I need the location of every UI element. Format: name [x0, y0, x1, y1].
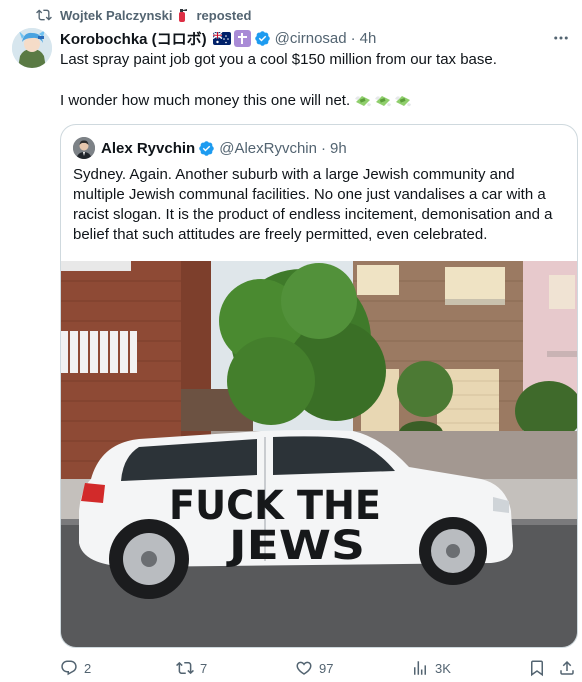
repost-label: reposted [196, 7, 252, 23]
tweet-text-line2: I wonder how much money this one will ne… [60, 91, 570, 111]
post-time[interactable]: 4h [360, 30, 377, 47]
author-name[interactable]: Korobochka (コロボ) [60, 28, 207, 49]
quote-header: Alex Ryvchin @AlexRyvchin · 9h [73, 137, 347, 159]
fire-extinguisher-icon [176, 8, 188, 22]
heart-icon [296, 661, 312, 675]
repost-button[interactable]: 7 [176, 656, 207, 680]
author-handle[interactable]: @cirnosad [275, 30, 347, 47]
repost-user[interactable]: Wojtek Palczynski [60, 8, 172, 23]
repost-icon [36, 9, 52, 21]
quoted-tweet[interactable]: Alex Ryvchin @AlexRyvchin · 9h Sydney. A… [60, 124, 578, 648]
quote-avatar[interactable] [73, 137, 95, 159]
money-with-wings-icon [395, 96, 412, 107]
repost-count: 7 [200, 660, 208, 676]
like-count: 97 [319, 660, 334, 676]
quote-photo[interactable]: FUCK THE JEWS [61, 261, 578, 648]
repost-indicator[interactable]: Wojtek Palczynski reposted [36, 6, 251, 24]
more-options-button[interactable] [548, 28, 574, 48]
money-with-wings-icon [355, 96, 372, 107]
quote-author-name[interactable]: Alex Ryvchin [101, 140, 195, 157]
bookmark-button[interactable] [528, 656, 546, 680]
action-bar: 2 7 97 3K [0, 656, 582, 680]
reply-icon [61, 660, 77, 676]
quote-author-handle[interactable]: @AlexRyvchin [219, 140, 317, 157]
views-icon [414, 661, 426, 675]
verified-badge-icon [254, 30, 270, 46]
graffiti-line2: JEWS [225, 523, 365, 569]
share-button[interactable] [558, 656, 576, 680]
bookmark-icon [531, 660, 543, 677]
latin-cross-icon [233, 29, 251, 47]
verified-badge-icon [199, 140, 214, 156]
reply-count: 2 [84, 660, 92, 676]
share-icon [560, 660, 574, 675]
tweet-header: Korobochka (コロボ) @cirnosad · 4h [60, 28, 376, 48]
quote-time[interactable]: 9h [330, 140, 347, 157]
avatar[interactable] [12, 28, 52, 68]
like-button[interactable]: 97 [295, 656, 333, 680]
views-count: 3K [435, 660, 451, 676]
tweet-text-line1: Last spray paint job got you a cool $150… [60, 51, 497, 68]
money-emojis [354, 93, 412, 109]
more-icon [554, 36, 568, 40]
repost-icon [176, 661, 194, 675]
money-with-wings-icon [375, 96, 392, 107]
quote-text: Sydney. Again. Another suburb with a lar… [73, 166, 553, 243]
reply-button[interactable]: 2 [60, 656, 91, 680]
views-button[interactable]: 3K [411, 656, 451, 680]
separator-dot: · [320, 139, 326, 157]
australia-flag-icon [212, 31, 231, 45]
tweet-text-line2-content: I wonder how much money this one will ne… [60, 92, 351, 109]
separator-dot: · [350, 29, 356, 47]
